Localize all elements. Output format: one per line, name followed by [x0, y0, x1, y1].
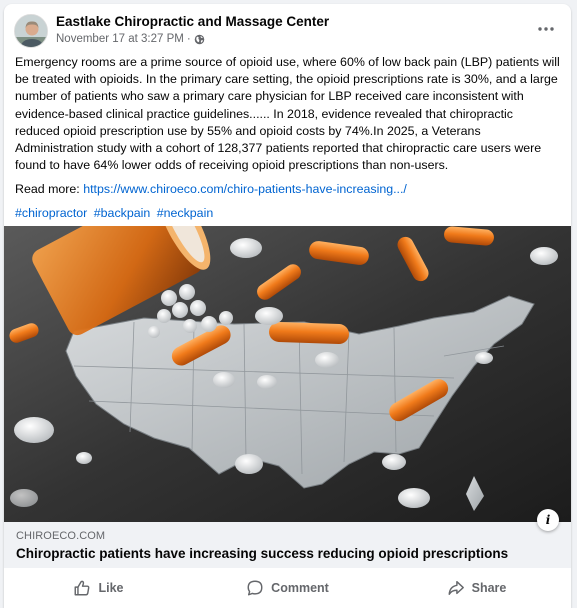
post-body: Emergency rooms are a prime source of op… — [4, 54, 571, 222]
post-message: Emergency rooms are a prime source of op… — [15, 55, 560, 173]
hashtag-chiropractor[interactable]: #chiropractor — [15, 206, 87, 220]
read-more-label: Read more: — [15, 182, 80, 197]
link-title[interactable]: Chiropractic patients have increasing su… — [16, 546, 508, 561]
page-name[interactable]: Eastlake Chiropractic and Massage Center — [56, 14, 329, 29]
thumbs-up-icon — [75, 580, 90, 596]
like-label: Like — [98, 581, 124, 595]
read-more-link[interactable]: https://www.chiroeco.com/chiro-patients-… — [83, 182, 407, 196]
comment-bubble-icon — [247, 580, 263, 596]
share-button[interactable]: Share — [382, 579, 571, 597]
post-timestamp[interactable]: November 17 at 3:27 PM — [56, 33, 184, 45]
hashtag-list: #chiropractor #backpain #neckpain — [15, 205, 560, 222]
share-label: Share — [471, 581, 507, 595]
opioid-pills-map-illustration — [4, 226, 571, 522]
post-meta: November 17 at 3:27 PM · — [56, 33, 205, 45]
post-header: Eastlake Chiropractic and Massage Center… — [4, 4, 571, 54]
meta-separator: · — [186, 33, 191, 45]
share-arrow-icon — [448, 580, 464, 596]
hashtag-neckpain[interactable]: #neckpain — [157, 206, 214, 220]
link-domain: CHIROECO.COM — [16, 530, 106, 542]
info-icon[interactable]: i — [537, 509, 559, 531]
feed-post: Eastlake Chiropractic and Massage Center… — [4, 4, 571, 608]
read-more-line: Read more: https://www.chiroeco.com/chir… — [15, 181, 560, 198]
post-action-bar: Like Comment Share — [4, 568, 571, 608]
more-options-button[interactable] — [533, 18, 559, 40]
link-preview-card[interactable]: CHIROECO.COM Chiropractic patients have … — [4, 509, 571, 568]
more-horizontal-icon — [538, 27, 554, 31]
page-avatar[interactable] — [14, 14, 48, 48]
link-preview-image[interactable] — [4, 226, 571, 522]
globe-icon — [194, 34, 204, 44]
like-button[interactable]: Like — [4, 579, 193, 597]
comment-label: Comment — [271, 581, 329, 595]
avatar-image — [15, 15, 47, 47]
hashtag-backpain[interactable]: #backpain — [94, 206, 151, 220]
comment-button[interactable]: Comment — [193, 579, 382, 597]
